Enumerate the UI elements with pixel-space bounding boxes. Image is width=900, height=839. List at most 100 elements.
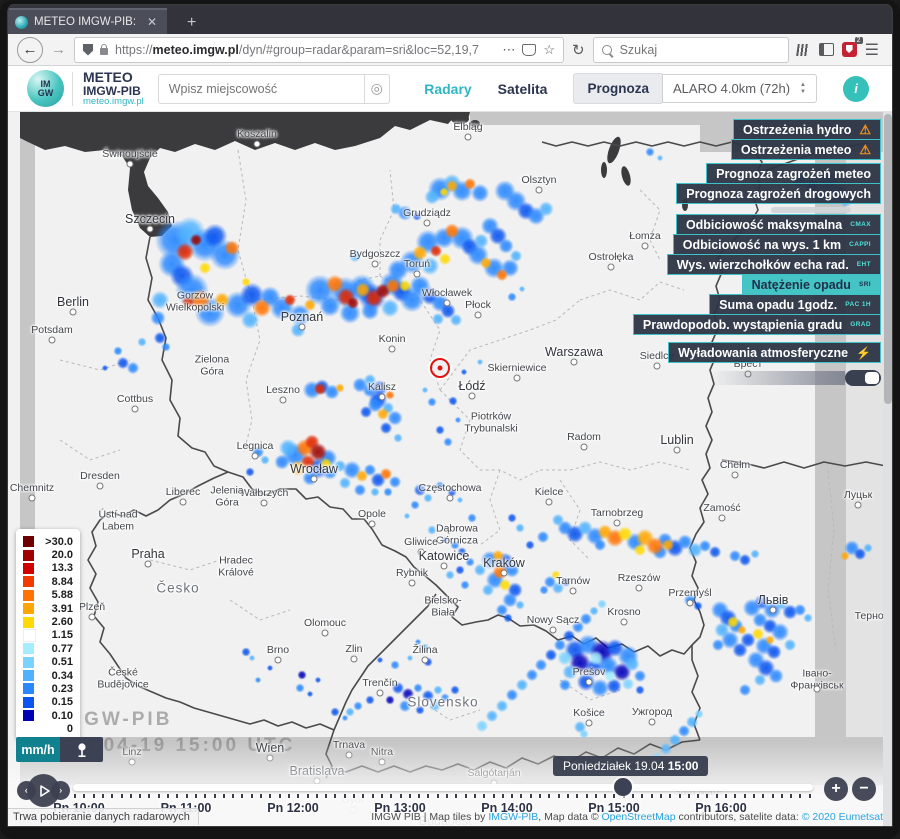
attribution-link[interactable]: OpenStreetMap	[601, 811, 675, 823]
timeline-tick	[260, 794, 262, 798]
browser-search[interactable]	[593, 37, 789, 63]
menu-product-PAC1H[interactable]: Suma opadu 1godz.PAC 1H	[709, 294, 881, 315]
unit-button[interactable]: mm/h	[16, 737, 60, 762]
menu-item-warning-1[interactable]: Ostrzeżenia meteo⚠	[731, 139, 881, 160]
menu-item-forecast-1[interactable]: Prognoza zagrożeń drogowych	[676, 183, 881, 204]
menu-scrollbar[interactable]	[771, 207, 851, 213]
brand-url[interactable]: meteo.imgw.pl	[83, 97, 144, 107]
timeline-tick	[400, 794, 402, 798]
timeline-play-button[interactable]	[27, 774, 60, 807]
menu-product-GRAD[interactable]: Prawdopodob. wystąpienia graduGRAD	[633, 314, 881, 335]
timeline-tick	[251, 794, 253, 798]
menu-item-warning-0[interactable]: Ostrzeżenia hydro⚠	[733, 119, 881, 140]
map-city-label: Hradec Králové	[218, 555, 254, 578]
timeline-track[interactable]	[73, 784, 813, 791]
bookmark-star-icon[interactable]: ☆	[543, 42, 555, 58]
map-city-label: Konin	[379, 334, 406, 346]
menu-product-SRI[interactable]: Natężenie opaduSRI	[742, 274, 881, 295]
browser-tab[interactable]: METEO IMGW-PIB: mapy ✕	[7, 8, 167, 34]
timeline-tick	[641, 794, 643, 798]
map-city-label: Radom	[567, 432, 601, 444]
legend-row: 20.0	[23, 548, 73, 561]
city-dot	[855, 502, 862, 509]
adblock-addon-icon[interactable]: 2	[842, 42, 857, 57]
hamburger-menu-icon[interactable]: ☰	[865, 40, 879, 60]
layer-toggle[interactable]	[845, 370, 881, 386]
timeline-tick	[632, 794, 634, 798]
map-city-label: Zielona Góra	[195, 354, 229, 377]
timeline-tick	[167, 794, 169, 798]
timeline-tick	[390, 794, 392, 798]
city-dot	[379, 394, 386, 401]
page-actions-icon[interactable]: ⋯	[502, 42, 515, 58]
pocket-icon[interactable]	[522, 44, 536, 56]
back-button[interactable]: ←	[17, 37, 43, 63]
nav-prognoza[interactable]: Prognoza	[573, 73, 662, 104]
zoom-out-button[interactable]: −	[852, 777, 876, 801]
map-attribution: IMGW PIB | Map tiles by IMGW-PIB, Map da…	[371, 811, 883, 823]
timeline-tick	[148, 794, 150, 798]
map-city-label: Linz	[122, 747, 141, 759]
place-search[interactable]: ◎	[158, 74, 390, 104]
attribution-link[interactable]: © 2020 Eumetsat	[802, 811, 883, 823]
timeline-tick	[716, 794, 718, 798]
new-tab-button[interactable]: +	[179, 12, 204, 34]
tracking-shield-icon[interactable]	[83, 44, 93, 56]
city-dot	[469, 393, 476, 400]
product-code: SRI	[859, 281, 871, 288]
library-icon[interactable]	[796, 44, 812, 56]
timeline-tick	[725, 794, 727, 798]
menu-item-label: Odbiciowość maksymalna	[686, 218, 842, 232]
location-target-marker	[430, 358, 450, 378]
map-city-label: Skierniewice	[488, 363, 547, 375]
timeline-tick	[669, 794, 671, 798]
zoom-in-button[interactable]: +	[824, 777, 848, 801]
map-city-label: Jelenia Góra	[210, 485, 243, 508]
map-city-label: Brno	[267, 645, 289, 657]
page-scrollbar[interactable]	[883, 112, 893, 827]
legend-row: 0.10	[23, 709, 73, 722]
opacity-gradient[interactable]	[711, 371, 845, 385]
info-button[interactable]: i	[843, 76, 869, 102]
tab-close-icon[interactable]: ✕	[145, 15, 159, 29]
reload-button[interactable]: ↻	[572, 41, 585, 59]
city-dot	[372, 261, 379, 268]
nav-satelita[interactable]: Satelita	[498, 81, 548, 97]
nav-radary[interactable]: Radary	[424, 81, 471, 97]
browser-toolbar: ← → https://meteo.imgw.pl/dyn/#group=rad…	[7, 34, 893, 66]
forward-button[interactable]: →	[51, 42, 66, 57]
map-city-label: Košice	[573, 708, 605, 720]
menu-product-CMAX[interactable]: Odbiciowość maksymalnaCMAX	[676, 214, 881, 235]
pin-button[interactable]	[60, 737, 103, 762]
timeline-tooltip: Poniedziałek 19.04 15:00	[553, 756, 708, 776]
place-search-input[interactable]	[159, 82, 364, 96]
attribution-link[interactable]: IMGW-PIB	[488, 811, 538, 823]
warning-icon: ⚠	[859, 123, 871, 136]
url-bar[interactable]: https://meteo.imgw.pl/dyn/#group=radar&p…	[74, 37, 564, 63]
menu-product-CAPPI[interactable]: Odbiciowość na wys. 1 kmCAPPI	[673, 234, 881, 255]
scrollbar-thumb[interactable]	[884, 114, 892, 404]
menu-item-forecast-0[interactable]: Prognoza zagrożeń meteo	[706, 163, 881, 184]
legend-buttons: mm/h	[16, 737, 103, 762]
menu-product-EHT[interactable]: Wys. wierzchołków echa rad.EHT	[667, 254, 881, 275]
play-icon	[37, 784, 51, 798]
geolocate-icon[interactable]: ◎	[364, 75, 389, 103]
menu-item-lightning[interactable]: Wyładowania atmosferyczne ⚡	[668, 342, 881, 363]
city-dot	[465, 134, 472, 141]
city-dot	[422, 657, 429, 664]
model-select[interactable]: ALARO 4.0km (72h)▲▼	[662, 74, 817, 103]
map-city-label: Chemnitz	[10, 483, 54, 495]
imgw-logo[interactable]: IMGW	[27, 70, 64, 107]
map-city-label: Cottbus	[117, 394, 153, 406]
timeline-tick	[595, 794, 597, 798]
radar-map[interactable]: ©IMGW-PIB 2021-04-19 15:00 UTC KoszalinŚ…	[7, 112, 893, 827]
sidebar-icon[interactable]	[819, 43, 834, 56]
timeline-handle[interactable]	[614, 778, 632, 796]
browser-search-input[interactable]	[618, 42, 780, 58]
legend-row: 0.34	[23, 669, 73, 682]
url-text[interactable]: https://meteo.imgw.pl/dyn/#group=radar&p…	[115, 43, 495, 57]
city-dot	[546, 499, 553, 506]
map-city-label: Kalisz	[368, 382, 396, 394]
city-dot	[608, 264, 615, 271]
map-city-label: Koszalin	[237, 129, 277, 141]
